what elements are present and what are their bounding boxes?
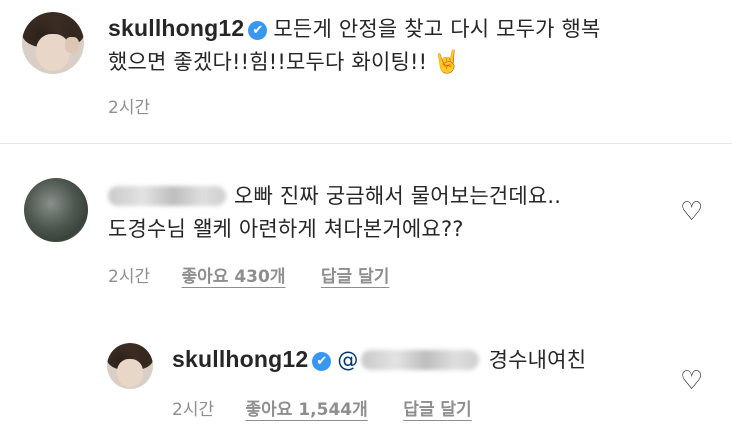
comment-text-2: 도경수님 왤케 아련하게 쳐다본거에요?? — [108, 217, 464, 241]
reply-mention-at[interactable]: @ — [337, 348, 358, 372]
comment-like-heart-icon[interactable]: ♡ — [680, 199, 703, 225]
comment-text-1: 오빠 진짜 궁금해서 물어보는건데요.. — [234, 184, 562, 208]
reply-author-avatar[interactable] — [107, 343, 153, 389]
comment-meta-row: 2시간 좋아요 430개 답글 달기 — [108, 262, 389, 287]
reply-mention-redacted[interactable] — [360, 350, 479, 370]
post-caption-line-2: 했으면 좋겠다!!힘!!모두다 화이팅!! 🤘 — [108, 46, 461, 76]
post-author-avatar[interactable] — [22, 12, 84, 74]
avatar-face — [117, 359, 143, 387]
reply-text: 경수내여친 — [488, 348, 587, 372]
section-divider — [0, 143, 732, 144]
comment-likes-count[interactable]: 좋아요 430개 — [182, 267, 286, 287]
reply-likes-count[interactable]: 좋아요 1,544개 — [246, 400, 368, 420]
avatar-hand — [65, 36, 80, 53]
post-caption-text-2: 했으면 좋겠다!!힘!!모두다 화이팅!! — [108, 50, 428, 74]
post-caption-line-1: skullhong12 ✔ 모든게 안정을 찾고 다시 모두가 행복 — [108, 13, 601, 43]
post-caption-text-1: 모든게 안정을 찾고 다시 모두가 행복 — [273, 17, 601, 41]
comment-line-1: 오빠 진짜 궁금해서 물어보는건데요.. — [108, 180, 561, 210]
post-timestamp[interactable]: 2시간 — [108, 93, 150, 118]
post-author-username[interactable]: skullhong12 — [108, 15, 244, 41]
commenter-avatar[interactable] — [24, 178, 88, 242]
reply-line: skullhong12 ✔ @ 경수내여친 — [172, 344, 586, 374]
verified-badge-icon: ✔ — [248, 21, 268, 40]
reply-like-heart-icon[interactable]: ♡ — [680, 368, 703, 394]
reply-author-username[interactable]: skullhong12 — [172, 346, 308, 372]
reply-timestamp[interactable]: 2시간 — [172, 400, 214, 420]
commenter-username-redacted[interactable] — [108, 186, 226, 206]
reply-reply-button[interactable]: 답글 달기 — [403, 400, 471, 420]
verified-badge-icon: ✔ — [312, 352, 332, 371]
comment-reply-button[interactable]: 답글 달기 — [321, 267, 389, 287]
comment-timestamp[interactable]: 2시간 — [108, 267, 150, 287]
reply-meta-row: 2시간 좋아요 1,544개 답글 달기 — [172, 395, 472, 420]
comment-line-2: 도경수님 왤케 아련하게 쳐다본거에요?? — [108, 213, 464, 243]
sign-of-the-horns-icon: 🤘 — [433, 50, 461, 75]
